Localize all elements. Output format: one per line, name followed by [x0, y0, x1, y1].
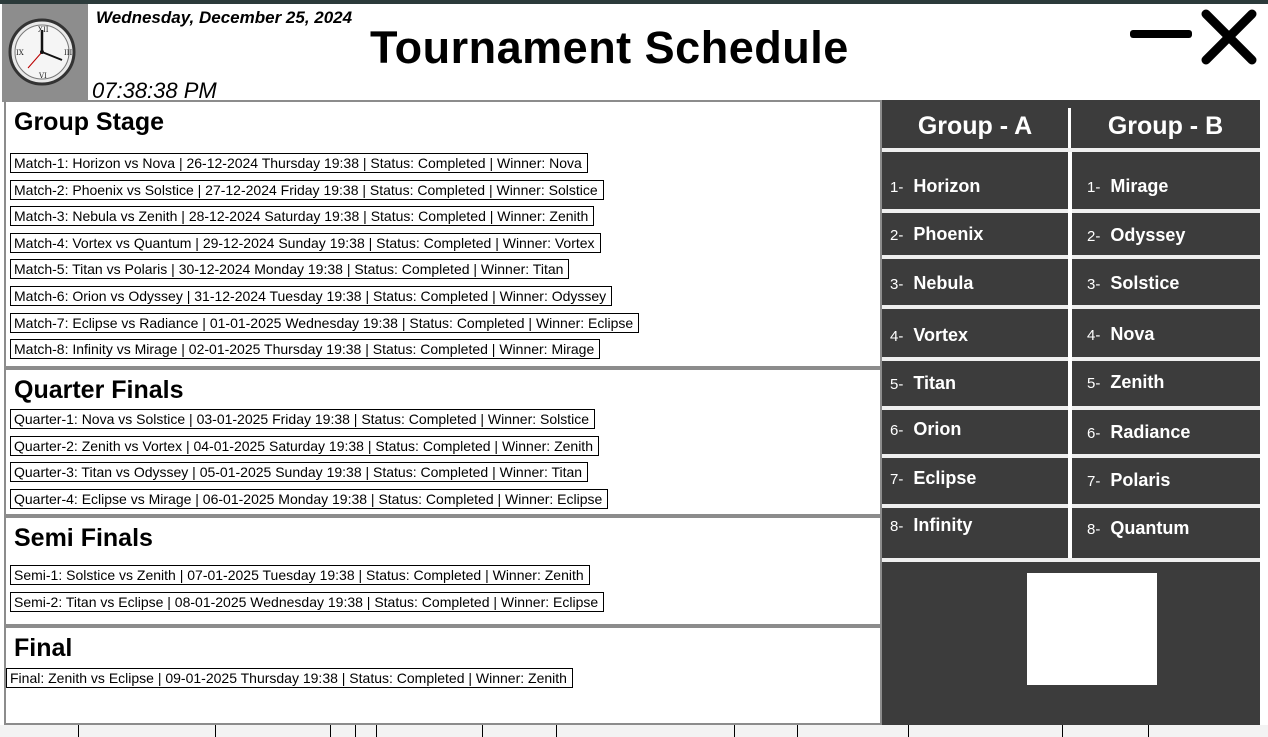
background-divider: [908, 725, 909, 737]
logo-image: [1027, 573, 1157, 685]
group-b-team: 3- Solstice: [1087, 273, 1180, 293]
group-a-team: 4- Vortex: [890, 325, 969, 345]
group-a-team: 7- Eclipse: [890, 468, 977, 488]
background-divider: [215, 725, 216, 737]
match-row[interactable]: Match-3: Nebula vs Zenith | 28-12-2024 S…: [10, 206, 595, 227]
match-row[interactable]: Quarter-2: Zenith vs Vortex | 04-01-2025…: [10, 435, 599, 456]
svg-text:VI: VI: [38, 72, 47, 80]
group-b-team: 8- Quantum: [1087, 518, 1190, 538]
match-list: Quarter-1: Nova vs Solstice | 03-01-2025…: [10, 409, 609, 515]
svg-text:XII: XII: [38, 26, 49, 34]
group-a-team: 1- Horizon: [890, 176, 981, 196]
match-row[interactable]: Semi-2: Titan vs Eclipse | 08-01-2025 We…: [10, 591, 605, 612]
section-title: Quarter Finals: [14, 376, 184, 404]
background-divider: [376, 725, 377, 737]
group-b-title: Group - B: [1107, 112, 1224, 140]
group-b-team: 5- Zenith: [1087, 372, 1165, 392]
match-row[interactable]: Match-2: Phoenix vs Solstice | 27-12-202…: [10, 179, 604, 200]
match-row[interactable]: Quarter-3: Titan vs Odyssey | 05-01-2025…: [10, 462, 589, 483]
match-row[interactable]: Match-7: Eclipse vs Radiance | 01-01-202…: [10, 312, 640, 333]
groups-panel: Group - A Group - B 1- Horizon 2- Phoenix …: [882, 100, 1260, 725]
clock-icon: XII III VI IX: [2, 4, 88, 102]
match-row[interactable]: Match-8: Infinity vs Mirage | 02-01-2025…: [10, 339, 601, 360]
match-row[interactable]: Match-5: Titan vs Polaris | 30-12-2024 M…: [10, 259, 570, 280]
close-x-icon: [1201, 9, 1257, 65]
semi-finals-section: Semi Finals Semi-1: Solstice vs Zenith |…: [4, 516, 882, 626]
group-b-team: 6- Radiance: [1087, 422, 1191, 442]
column-divider: [1068, 152, 1072, 558]
divider: [882, 558, 1260, 562]
background-divider: [797, 725, 798, 737]
background-divider: [78, 725, 79, 737]
section-title: Final: [14, 634, 73, 662]
page-title: Tournament Schedule: [370, 22, 849, 73]
group-a-title: Group - A: [917, 112, 1033, 140]
background-divider: [355, 725, 356, 737]
group-b-team: 2- Odyssey: [1087, 225, 1186, 245]
svg-text:IX: IX: [16, 49, 24, 57]
match-row[interactable]: Match-6: Orion vs Odyssey | 31-12-2024 T…: [10, 285, 613, 306]
group-a-team: 6- Orion: [890, 419, 962, 439]
quarter-finals-section: Quarter Finals Quarter-1: Nova vs Solsti…: [4, 368, 882, 516]
current-date: Wednesday, December 25, 2024: [96, 8, 353, 27]
group-a-team: 8- Infinity: [890, 515, 973, 535]
background-window-strip: [0, 725, 1268, 737]
minimize-button[interactable]: [1130, 30, 1192, 38]
section-title: Group Stage: [14, 108, 165, 136]
final-section: Final Final: Zenith vs Eclipse | 09-01-2…: [4, 626, 882, 725]
group-a-team: 2- Phoenix: [890, 224, 984, 244]
group-b-team: 1- Mirage: [1087, 176, 1169, 196]
svg-text:III: III: [64, 49, 73, 57]
group-a-team: 5- Titan: [890, 373, 957, 393]
match-row[interactable]: Match-4: Vortex vs Quantum | 29-12-2024 …: [10, 232, 601, 253]
close-button[interactable]: [1198, 8, 1260, 66]
background-divider: [556, 725, 557, 737]
match-list: Match-1: Horizon vs Nova | 26-12-2024 Th…: [10, 153, 640, 366]
match-list: Final: Zenith vs Eclipse | 09-01-2025 Th…: [6, 668, 573, 695]
group-stage-section: Group Stage Match-1: Horizon vs Nova | 2…: [4, 100, 882, 368]
group-b-team: 7- Polaris: [1087, 470, 1171, 490]
match-list: Semi-1: Solstice vs Zenith | 07-01-2025 …: [10, 565, 605, 618]
background-divider: [482, 725, 483, 737]
match-row[interactable]: Quarter-4: Eclipse vs Mirage | 06-01-202…: [10, 488, 609, 509]
section-title: Semi Finals: [14, 524, 153, 552]
group-a-team: 3- Nebula: [890, 273, 974, 293]
background-divider: [1148, 725, 1149, 737]
match-row[interactable]: Semi-1: Solstice vs Zenith | 07-01-2025 …: [10, 565, 590, 585]
match-row[interactable]: Match-1: Horizon vs Nova | 26-12-2024 Th…: [10, 153, 588, 173]
background-divider: [734, 725, 735, 737]
match-row[interactable]: Final: Zenith vs Eclipse | 09-01-2025 Th…: [6, 668, 573, 688]
group-b-team: 4- Nova: [1087, 324, 1155, 344]
match-row[interactable]: Quarter-1: Nova vs Solstice | 03-01-2025…: [10, 409, 596, 429]
window-top-bar: [0, 0, 1268, 4]
background-divider: [1062, 725, 1063, 737]
background-divider: [330, 725, 331, 737]
